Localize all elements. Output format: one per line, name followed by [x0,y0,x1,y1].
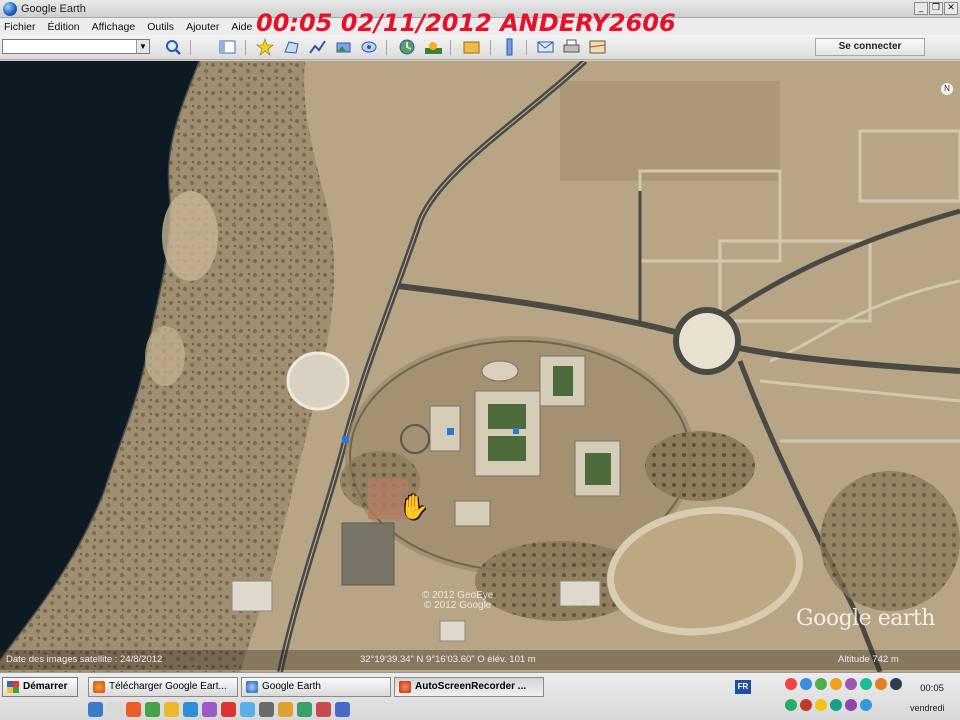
start-label: Démarrer [23,681,68,692]
quick-launch-icon[interactable] [278,702,293,717]
image-overlay-icon[interactable] [334,38,353,56]
quick-launch-icon[interactable] [297,702,312,717]
tray-icon[interactable] [815,678,827,690]
email-icon[interactable] [536,38,555,56]
menu-edition[interactable]: Édition [48,21,80,33]
menu-ajouter[interactable]: Ajouter [186,21,219,33]
cursor-coordinates: 32°19'39.34" N 9°16'03.60" O élév. 101 m [360,654,536,665]
quick-launch-icon[interactable] [221,702,236,717]
tray-icon[interactable] [890,678,902,690]
sidebar-toggle-icon[interactable] [218,38,237,56]
quick-launch-icon[interactable] [259,702,274,717]
ruler-icon[interactable] [500,38,519,56]
eye-altitude: Altitude 742 m [838,654,899,665]
taskbar-item-autoscreenrecorder[interactable]: AutoScreenRecorder ... [394,677,544,697]
taskbar-item-browser[interactable]: Télécharger Google Eart... [88,677,238,697]
search-input[interactable]: ▼ [2,39,150,54]
status-bar: Date des images satellite : 24/8/2012 32… [0,650,960,670]
toolbar: ▼ Se connecter [0,35,960,60]
quick-launch-icon[interactable] [107,702,122,717]
system-tray [785,678,911,716]
google-earth-icon [246,681,258,693]
quick-launch-icon[interactable] [88,702,103,717]
windows-taskbar: Démarrer Télécharger Google Eart... Goog… [0,672,960,720]
task-label: Google Earth [262,681,321,692]
sunlight-icon[interactable] [424,38,443,56]
menu-affichage[interactable]: Affichage [92,21,136,33]
menu-aide[interactable]: Aide [231,21,252,33]
chevron-down-icon[interactable]: ▼ [136,40,149,53]
satellite-imagery [0,61,960,672]
tray-icon[interactable] [845,698,857,711]
tray-icon[interactable] [800,698,812,711]
toolbar-separator [386,40,387,55]
browser-icon [93,681,105,693]
compass-icon[interactable]: N [941,83,953,95]
recording-timestamp-overlay: 00:05 02/11/2012 ANDERY2606 [256,9,676,37]
tray-icon[interactable] [830,678,842,690]
google-earth-watermark: Google earth [796,606,935,631]
view-in-maps-icon[interactable] [588,38,607,56]
planets-icon[interactable] [462,38,481,56]
quick-launch-row [88,702,350,717]
quick-launch-icon[interactable] [335,702,350,717]
task-label: Télécharger Google Eart... [109,681,227,692]
quick-launch-icon[interactable] [183,702,198,717]
copyright-google: © 2012 Google [423,600,492,611]
tray-icon[interactable] [815,698,827,711]
tray-icon[interactable] [785,698,797,711]
tour-icon[interactable] [360,38,379,56]
toolbar-separator [490,40,491,55]
earth-view-3d[interactable]: N © 2012 GeoEye © 2012 Google Google ear… [0,61,960,672]
tray-icon[interactable] [785,678,797,690]
toolbar-separator [245,40,246,55]
quick-launch-icon[interactable] [126,702,141,717]
google-earth-window: Google Earth _ ❐ ✕ 00:05 02/11/2012 ANDE… [0,0,960,720]
hand-cursor-icon: ✋ [399,493,429,521]
tray-icon[interactable] [830,698,842,711]
toolbar-separator [450,40,451,55]
window-controls: _ ❐ ✕ [914,2,958,15]
search-icon[interactable] [164,38,183,56]
sign-in-button[interactable]: Se connecter [815,38,925,56]
imagery-date: Date des images satellite : 24/8/2012 [6,654,163,665]
window-title: Google Earth [21,2,86,15]
menu-outils[interactable]: Outils [147,21,174,33]
placemark-icon[interactable] [256,38,275,56]
quick-launch-icon[interactable] [164,702,179,717]
historical-imagery-icon[interactable] [398,38,417,56]
tray-icon[interactable] [875,678,887,690]
minimize-button[interactable]: _ [914,2,928,15]
taskbar-item-google-earth[interactable]: Google Earth [241,677,391,697]
tray-icon[interactable] [800,678,812,690]
quick-launch-icon[interactable] [240,702,255,717]
toolbar-separator [526,40,527,55]
menu-fichier[interactable]: Fichier [4,21,36,33]
quick-launch-icon[interactable] [145,702,160,717]
restore-button[interactable]: ❐ [929,2,943,15]
print-icon[interactable] [562,38,581,56]
google-earth-icon [3,1,17,16]
toolbar-separator [190,40,191,55]
tray-icon[interactable] [845,678,857,690]
start-button[interactable]: Démarrer [2,677,78,697]
polygon-icon[interactable] [282,38,301,56]
imagery-copyright: © 2012 GeoEye © 2012 Google [422,591,493,611]
task-label: AutoScreenRecorder ... [415,681,527,692]
taskbar-clock[interactable]: 00:05 [912,683,952,694]
close-button[interactable]: ✕ [944,2,958,15]
taskbar-day: vendredi [910,703,945,713]
recorder-icon [399,681,411,693]
windows-logo-icon [7,681,19,693]
quick-launch-icon[interactable] [316,702,331,717]
quick-launch-icon[interactable] [202,702,217,717]
language-indicator[interactable]: FR [735,680,751,694]
path-icon[interactable] [308,38,327,56]
tray-icon[interactable] [860,698,872,711]
tray-icon[interactable] [860,678,872,690]
